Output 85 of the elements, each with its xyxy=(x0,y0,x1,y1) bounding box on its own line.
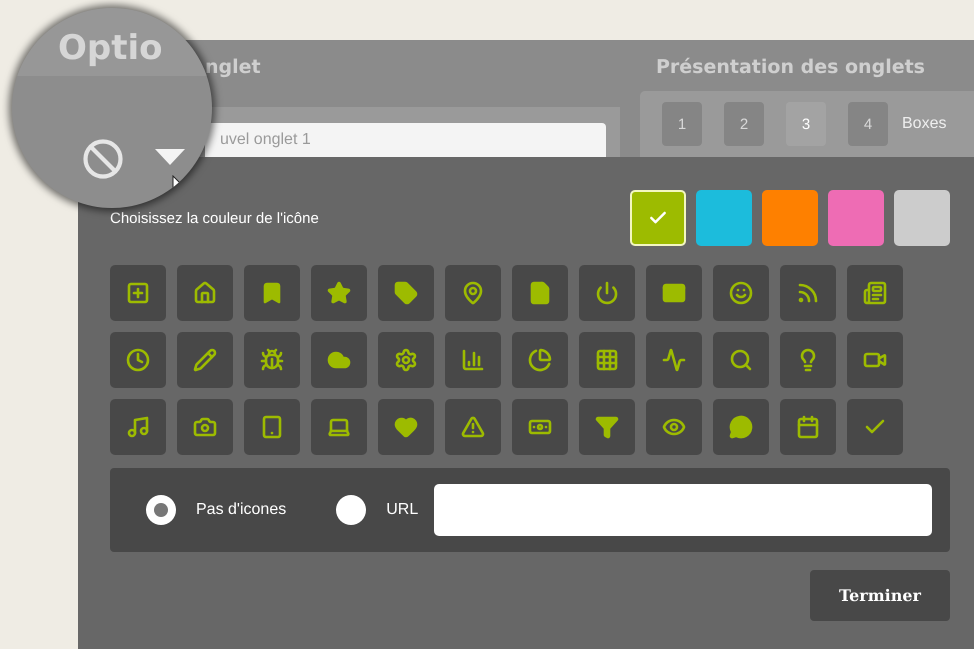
color-swatch[interactable] xyxy=(762,190,818,246)
layout-option[interactable]: 1 xyxy=(662,102,702,146)
icon-option[interactable] xyxy=(445,332,501,388)
section-title: Présentation des onglets xyxy=(655,56,926,78)
icon-option[interactable] xyxy=(311,399,367,455)
layout-option[interactable]: 2 xyxy=(724,102,764,146)
clock-icon xyxy=(126,348,150,372)
color-swatch[interactable] xyxy=(696,190,752,246)
icon-option[interactable] xyxy=(110,399,166,455)
icon-option[interactable] xyxy=(378,332,434,388)
color-swatch[interactable] xyxy=(828,190,884,246)
url-field[interactable] xyxy=(434,484,932,536)
bug-icon xyxy=(260,348,284,372)
icon-option[interactable] xyxy=(110,265,166,321)
radio-button[interactable] xyxy=(146,495,176,525)
icon-option[interactable] xyxy=(646,399,702,455)
music-icon xyxy=(126,415,150,439)
map-pin-icon xyxy=(461,281,485,305)
icon-option[interactable] xyxy=(110,332,166,388)
icon-option[interactable] xyxy=(311,265,367,321)
star-icon xyxy=(327,281,351,305)
pencil-icon xyxy=(193,348,217,372)
file-icon xyxy=(528,281,552,305)
power-icon xyxy=(595,281,619,305)
caret-icon[interactable] xyxy=(155,149,185,165)
funnel-icon xyxy=(595,415,619,439)
layout-option[interactable]: 4 xyxy=(848,102,888,146)
grid-icon xyxy=(595,348,619,372)
plus-icon xyxy=(126,281,150,305)
icon-option[interactable] xyxy=(311,332,367,388)
activity-icon xyxy=(662,348,686,372)
tag-icon xyxy=(394,281,418,305)
camera-icon xyxy=(193,415,217,439)
icon-option[interactable] xyxy=(847,265,903,321)
heart-icon xyxy=(394,415,418,439)
smiley-icon xyxy=(729,281,753,305)
icon-option[interactable] xyxy=(512,332,568,388)
layout-label: Boxes xyxy=(902,115,946,133)
tablet-icon xyxy=(260,415,284,439)
ban-icon[interactable] xyxy=(82,138,124,180)
calendar-icon xyxy=(796,415,820,439)
radio-label: Pas d'icones xyxy=(196,501,286,519)
icon-option[interactable] xyxy=(512,399,568,455)
search-icon xyxy=(729,348,753,372)
icon-option[interactable] xyxy=(713,332,769,388)
icon-option[interactable] xyxy=(244,399,300,455)
color-swatch[interactable] xyxy=(630,190,686,246)
icon-option[interactable] xyxy=(579,265,635,321)
section-title: nglet xyxy=(205,56,262,78)
newspaper-icon xyxy=(863,281,887,305)
color-label: Choisissez la couleur de l'icône xyxy=(110,210,319,226)
icon-option[interactable] xyxy=(579,332,635,388)
radio-label: URL xyxy=(386,501,418,519)
icon-option[interactable] xyxy=(177,265,233,321)
icon-option[interactable] xyxy=(780,332,836,388)
bar-chart-icon xyxy=(461,348,485,372)
layout-option[interactable]: 3 xyxy=(786,102,826,146)
radio-button[interactable] xyxy=(336,495,366,525)
rss-icon xyxy=(796,281,820,305)
icon-option[interactable] xyxy=(445,265,501,321)
icon-option[interactable] xyxy=(713,265,769,321)
icon-option[interactable] xyxy=(177,399,233,455)
icon-option[interactable] xyxy=(445,399,501,455)
icon-option[interactable] xyxy=(780,399,836,455)
settings-icon xyxy=(394,348,418,372)
icon-option[interactable] xyxy=(244,265,300,321)
home-icon xyxy=(193,281,217,305)
icon-option[interactable] xyxy=(713,399,769,455)
warning-icon xyxy=(461,415,485,439)
tab-name-field[interactable]: uvel onglet 1 xyxy=(205,123,606,157)
icon-option[interactable] xyxy=(847,332,903,388)
icon-option[interactable] xyxy=(579,399,635,455)
icon-option[interactable] xyxy=(646,332,702,388)
speech-bubble-icon xyxy=(729,415,753,439)
icon-option[interactable] xyxy=(177,332,233,388)
icon-option[interactable] xyxy=(378,399,434,455)
icon-option[interactable] xyxy=(378,265,434,321)
color-swatch[interactable] xyxy=(894,190,950,246)
pie-chart-icon xyxy=(528,348,552,372)
icon-option[interactable] xyxy=(646,265,702,321)
icon-option[interactable] xyxy=(780,265,836,321)
magnified-title: Optio xyxy=(58,28,163,68)
icon-option[interactable] xyxy=(244,332,300,388)
icon-option[interactable] xyxy=(512,265,568,321)
finish-button[interactable]: Terminer xyxy=(810,570,950,621)
